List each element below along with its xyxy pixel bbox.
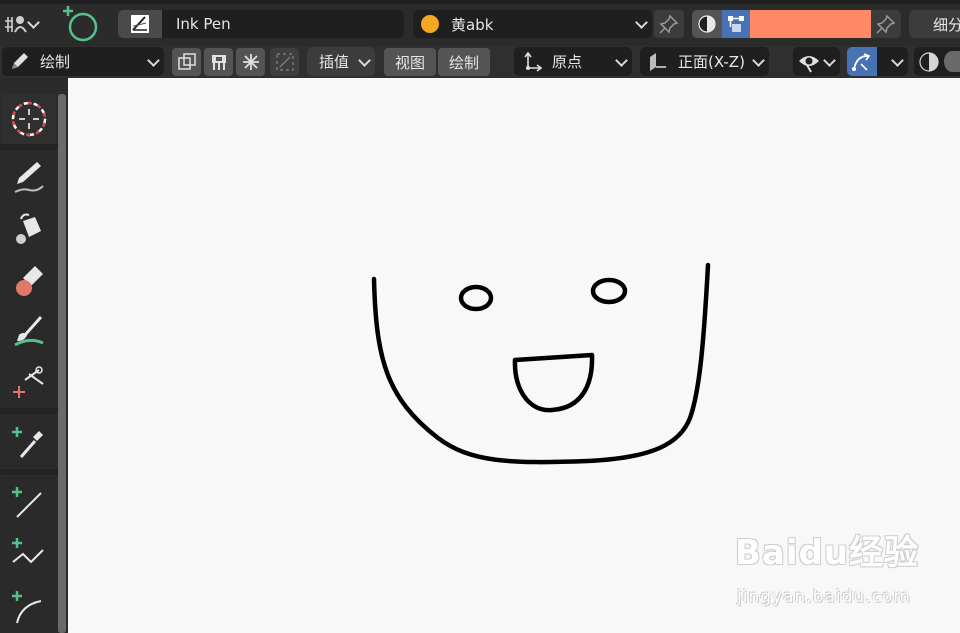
tool-separator (0, 469, 58, 475)
ink-pen-icon (131, 15, 149, 33)
stroke-placement-selector[interactable]: 原点 (514, 47, 632, 76)
curve-edit-menu[interactable] (877, 47, 908, 76)
overlay-visibility-menu[interactable] (793, 47, 840, 76)
snap-button[interactable] (236, 48, 265, 76)
color-mode-vertex-button[interactable] (722, 10, 750, 38)
bucket-icon (15, 213, 41, 244)
multiframe-icon (177, 53, 196, 70)
brush-icon (13, 316, 44, 347)
tool-fill[interactable] (1, 204, 56, 254)
add-circle-icon (63, 6, 98, 42)
chevron-down-icon (358, 53, 371, 67)
material-sphere-icon (698, 15, 716, 33)
armature-icon (5, 16, 27, 33)
tool-erase[interactable] (1, 255, 56, 305)
view-menu-button[interactable]: 视图 (384, 48, 436, 76)
draw-menu-label: 绘制 (448, 53, 479, 72)
arc-icon (11, 590, 41, 623)
chevron-down-icon (891, 53, 904, 67)
header-edge (0, 0, 960, 4)
subdivision-label: 细分 (933, 15, 960, 34)
interpolate-label: 插值 (319, 53, 350, 71)
mode-label: 绘制 (40, 53, 71, 71)
chevron-down-icon (823, 53, 836, 67)
chevron-down-icon (147, 53, 160, 67)
tool-line[interactable] (1, 478, 56, 528)
stroke-color-swatch[interactable] (750, 10, 871, 38)
polyline-icon (11, 538, 44, 564)
curve-edit-icon (852, 52, 871, 71)
transform-button[interactable] (270, 48, 299, 76)
pin-icon (876, 14, 896, 34)
plane-icon (650, 52, 666, 71)
brush-preview (118, 10, 162, 38)
pin-icon (659, 14, 679, 34)
draw-menu-button[interactable]: 绘制 (438, 48, 490, 76)
left-eye-stroke (458, 284, 494, 312)
tool-separator (0, 408, 58, 414)
interpolate-menu[interactable]: 插值 (307, 47, 375, 76)
autokey-button[interactable] (204, 48, 233, 76)
brush-selector[interactable]: Ink Pen (118, 10, 404, 38)
curve-edit-toggle[interactable] (847, 47, 877, 76)
watermark: Baidu经验 jingyan.baidu.com (735, 525, 950, 620)
subdivision-field[interactable]: 细分 (909, 10, 960, 38)
keyframe-icon (211, 55, 226, 70)
chevron-down-icon (615, 53, 628, 67)
pin-material-button[interactable] (654, 10, 684, 38)
tool-settings-bar: 绘制 插值 视图 绘制 原点 正面(X-Z) (0, 46, 960, 78)
chevron-down-icon (752, 53, 765, 67)
pencil-icon (12, 52, 28, 69)
shading-sphere-icon (919, 51, 939, 72)
face-outline-stroke (371, 262, 711, 465)
eye-icon (799, 55, 819, 72)
eyedropper-icon (11, 427, 43, 458)
tool-shelf (0, 78, 68, 633)
vertex-paint-icon (728, 16, 744, 32)
shading-solid-icon (944, 51, 960, 72)
object-mode-button[interactable] (2, 11, 44, 37)
add-object-button[interactable] (58, 4, 102, 44)
tool-shelf-scrollbar[interactable] (58, 94, 66, 633)
watermark-logo: Baidu经验 (735, 533, 920, 573)
color-mode-material-button[interactable] (692, 10, 722, 38)
chevron-down-icon (635, 16, 648, 29)
watermark-url: jingyan.baidu.com (737, 587, 911, 607)
cursor-icon (11, 101, 46, 137)
snowflake-icon (242, 54, 259, 70)
tool-separator (0, 144, 58, 150)
tool-arc[interactable] (1, 580, 56, 633)
material-color-dot (421, 15, 439, 33)
right-eye-stroke (590, 277, 628, 305)
viewport-shading-selector[interactable] (914, 47, 960, 76)
scissors-icon (12, 366, 44, 398)
line-icon (11, 487, 42, 518)
tool-draw[interactable] (1, 153, 56, 203)
header-bar: Ink Pen 黄abk 细分 (0, 0, 960, 46)
drawing-plane-selector[interactable]: 正面(X-Z) (640, 47, 769, 76)
pencil-icon (14, 162, 44, 193)
brush-name: Ink Pen (176, 15, 231, 33)
tool-polyline[interactable] (1, 529, 56, 579)
mouth-stroke (512, 352, 595, 413)
transform-icon (275, 53, 294, 71)
tool-tint[interactable] (1, 306, 56, 356)
tool-cutter[interactable] (1, 357, 56, 407)
placement-label: 原点 (552, 53, 583, 71)
multiframe-button[interactable] (172, 48, 201, 76)
tool-eyedropper[interactable] (1, 418, 56, 468)
pin-color-button[interactable] (871, 10, 901, 38)
view-menu-label: 视图 (394, 53, 425, 72)
eraser-icon (15, 266, 43, 296)
origin-icon (524, 51, 543, 72)
material-selector[interactable]: 黄abk (413, 10, 652, 38)
plane-label: 正面(X-Z) (678, 53, 745, 71)
mode-selector[interactable]: 绘制 (2, 47, 164, 76)
material-name: 黄abk (451, 15, 494, 34)
tool-cursor[interactable] (1, 94, 56, 144)
